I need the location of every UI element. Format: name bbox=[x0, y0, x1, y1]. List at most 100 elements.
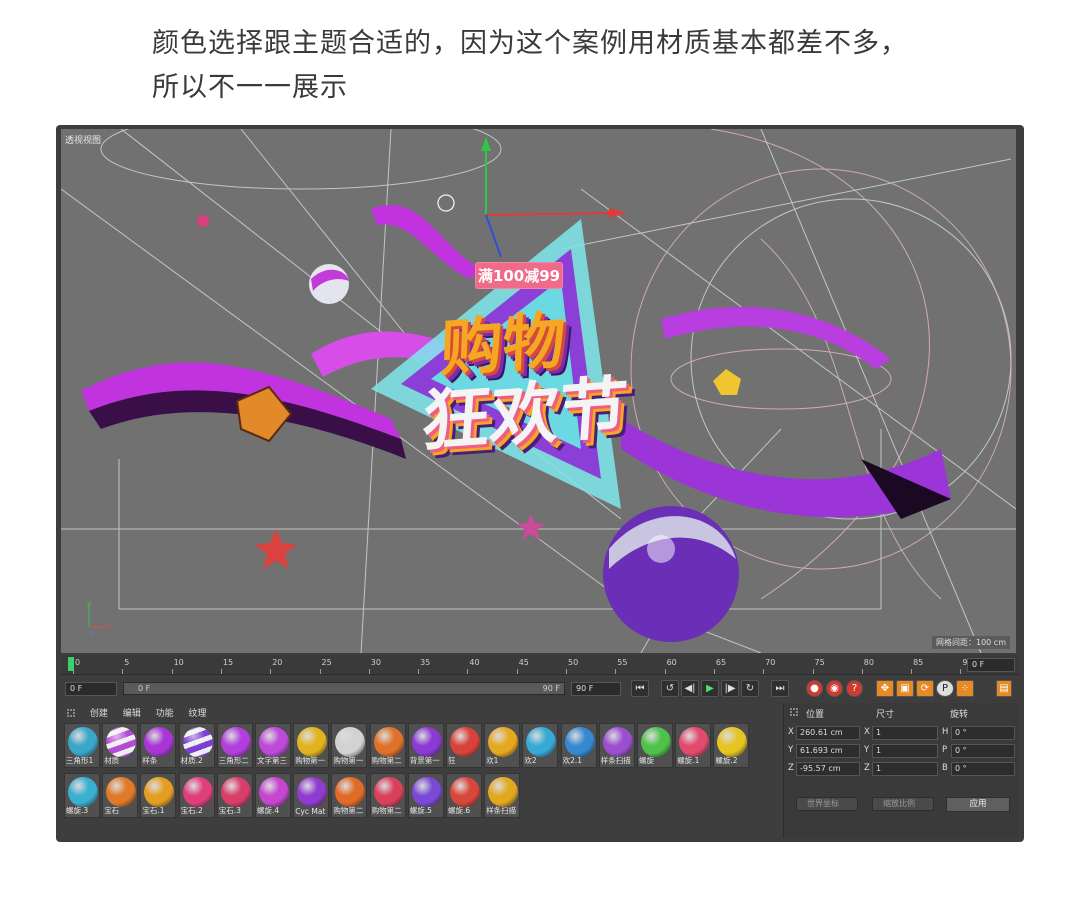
material-swatch[interactable]: 购物第一 bbox=[293, 723, 330, 768]
material-swatch[interactable]: 材质 bbox=[102, 723, 139, 768]
material-preview-sphere bbox=[411, 727, 442, 757]
coord-grip-icon[interactable] bbox=[790, 708, 798, 716]
material-swatch[interactable]: 样条 bbox=[140, 723, 177, 768]
material-preview-sphere bbox=[106, 777, 137, 807]
material-swatch[interactable]: 欢2.1 bbox=[560, 723, 597, 768]
rotate-tool-icon[interactable]: ⟳ bbox=[916, 680, 934, 697]
material-preview-sphere bbox=[297, 777, 328, 807]
material-swatch[interactable]: Cyc Mat bbox=[293, 773, 330, 818]
pos-axis-label: X bbox=[788, 727, 794, 737]
material-preview-sphere bbox=[259, 777, 289, 807]
material-swatch[interactable]: 三角形二 bbox=[216, 723, 253, 768]
material-name: 购物第一 bbox=[333, 756, 364, 765]
material-swatch[interactable]: 螺旋.4 bbox=[255, 773, 291, 818]
keyframe-selection-icon[interactable]: ? bbox=[846, 680, 863, 697]
perspective-viewport[interactable]: y x z 满100减99 购物 狂欢节 透视视图 网格间距：100 cm bbox=[61, 129, 1016, 653]
material-preview-sphere bbox=[717, 727, 748, 757]
gizmo-z-axis[interactable] bbox=[485, 214, 502, 258]
timeline-tick-label: 40 bbox=[469, 658, 480, 667]
gizmo-y-arrow[interactable] bbox=[481, 137, 491, 151]
menu-edit[interactable]: 编辑 bbox=[123, 709, 141, 719]
gizmo-x-axis[interactable] bbox=[485, 212, 622, 216]
timeline-tick-label: 65 bbox=[715, 658, 727, 667]
material-swatch[interactable]: 欢2 bbox=[522, 723, 559, 768]
article-caption: 颜色选择跟主题合适的，因为这个案例用材质基本都差不多， 所以不一一展示 bbox=[152, 22, 908, 110]
timeline-tick-label: 60 bbox=[666, 658, 677, 667]
material-name: 样条扫描 bbox=[486, 806, 517, 815]
viewport-label[interactable]: 透视视图 bbox=[65, 133, 101, 146]
material-swatch[interactable]: 螺旋.2 bbox=[713, 723, 750, 768]
menu-function[interactable]: 功能 bbox=[156, 709, 174, 719]
timeline-tick-label: 25 bbox=[321, 658, 332, 667]
preview-range-slider[interactable]: 0 F 90 F bbox=[123, 682, 565, 695]
menu-create[interactable]: 创建 bbox=[90, 709, 108, 719]
timeline-tick bbox=[73, 669, 74, 674]
material-swatch[interactable]: 宝石 bbox=[102, 773, 139, 818]
end-frame-field[interactable]: 90 F bbox=[571, 682, 621, 696]
record-keys-icon[interactable]: ● bbox=[806, 680, 823, 697]
material-swatch[interactable]: 购物第一 bbox=[331, 723, 368, 768]
material-name: 螺旋.6 bbox=[448, 806, 471, 815]
position-z-field[interactable]: -95.57 cm bbox=[796, 762, 860, 776]
goto-start-button[interactable]: ⏮ bbox=[631, 680, 649, 697]
material-swatch[interactable]: 螺旋.6 bbox=[446, 773, 482, 818]
material-swatch[interactable]: 宝石.3 bbox=[216, 773, 253, 818]
play-button[interactable]: ▶ bbox=[701, 680, 719, 697]
material-swatch[interactable]: 宝石.2 bbox=[178, 773, 215, 818]
position-x-field[interactable]: 260.61 cm bbox=[796, 726, 860, 740]
material-swatch[interactable]: 材质.2 bbox=[178, 723, 215, 768]
current-frame-field[interactable]: 0 F bbox=[967, 658, 1015, 672]
axis-x-label: x bbox=[107, 621, 112, 630]
rotation-h-field[interactable]: 0 ° bbox=[951, 726, 1015, 740]
material-swatch[interactable]: 样条扫描 bbox=[484, 773, 521, 818]
prev-frame-button[interactable]: ◀| bbox=[681, 680, 699, 697]
rotation-b-field[interactable]: 0 ° bbox=[951, 762, 1015, 776]
prev-key-button[interactable]: ↺ bbox=[661, 680, 679, 697]
material-swatch[interactable]: 文字第三 bbox=[255, 723, 291, 768]
size-x-field[interactable]: 1 bbox=[872, 726, 938, 740]
param-icon[interactable]: P bbox=[936, 680, 954, 697]
rotation-p-field[interactable]: 0 ° bbox=[951, 744, 1015, 758]
material-swatch[interactable]: 样条扫描 bbox=[598, 723, 635, 768]
material-name: 三角形1 bbox=[66, 756, 94, 765]
apply-button[interactable]: 应用 bbox=[946, 797, 1010, 812]
size-y-field[interactable]: 1 bbox=[872, 744, 938, 758]
material-swatch[interactable]: 购物第二 bbox=[369, 773, 406, 818]
position-header: 位置 bbox=[806, 710, 825, 720]
timeline-tick bbox=[368, 669, 370, 674]
material-swatch[interactable]: 螺旋.5 bbox=[407, 773, 444, 818]
start-frame-field[interactable]: 0 F bbox=[65, 682, 117, 696]
material-swatch[interactable]: 购物第二 bbox=[331, 773, 368, 818]
material-swatch[interactable]: 螺旋.3 bbox=[64, 773, 100, 818]
scale-tool-icon[interactable]: ▣ bbox=[896, 680, 914, 697]
material-swatch[interactable]: 购物第二 bbox=[369, 723, 406, 768]
panel-grip-icon[interactable] bbox=[67, 709, 75, 717]
material-swatch[interactable]: 欢1 bbox=[484, 723, 521, 768]
menu-texture[interactable]: 纹理 bbox=[189, 709, 207, 719]
material-preview-sphere bbox=[641, 727, 671, 757]
coordinate-system-dropdown[interactable]: 世界坐标 bbox=[796, 797, 858, 811]
transport-bar: 0 F 0 F 90 F 90 F ⏮ ↺ ◀| ▶ |▶ ↻ ⏭ ● ◉ ? … bbox=[61, 677, 1019, 699]
material-swatch[interactable]: 狂 bbox=[446, 723, 482, 768]
material-swatch[interactable]: 螺旋.1 bbox=[675, 723, 712, 768]
size-axis-label: Z bbox=[864, 763, 870, 773]
material-swatch[interactable]: 宝石.1 bbox=[140, 773, 177, 818]
material-swatch[interactable]: 螺旋 bbox=[637, 723, 673, 768]
move-tool-icon[interactable]: ✥ bbox=[876, 680, 894, 697]
material-name: 购物第二 bbox=[333, 806, 364, 815]
scale-mode-dropdown[interactable]: 缩放比例 bbox=[872, 797, 934, 811]
film-strip-icon[interactable]: ▤ bbox=[996, 680, 1012, 697]
c4d-window: y x z 满100减99 购物 狂欢节 透视视图 网格间距：100 cm 0 5… bbox=[56, 125, 1024, 842]
pla-grid-icon[interactable]: ⁘ bbox=[956, 680, 974, 697]
goto-end-button[interactable]: ⏭ bbox=[771, 680, 789, 697]
size-z-field[interactable]: 1 bbox=[872, 762, 938, 776]
material-swatch[interactable]: 三角形1 bbox=[64, 723, 100, 768]
next-key-button[interactable]: ↻ bbox=[741, 680, 759, 697]
position-y-field[interactable]: 61.693 cm bbox=[796, 744, 860, 758]
material-preview-sphere bbox=[106, 727, 137, 757]
autokey-icon[interactable]: ◉ bbox=[826, 680, 843, 697]
material-preview-sphere bbox=[68, 777, 98, 807]
material-swatch[interactable]: 背景第一 bbox=[407, 723, 444, 768]
next-frame-button[interactable]: |▶ bbox=[721, 680, 739, 697]
timeline-ruler[interactable]: 051015202530354045505560657075808590 0 F bbox=[61, 655, 1019, 675]
